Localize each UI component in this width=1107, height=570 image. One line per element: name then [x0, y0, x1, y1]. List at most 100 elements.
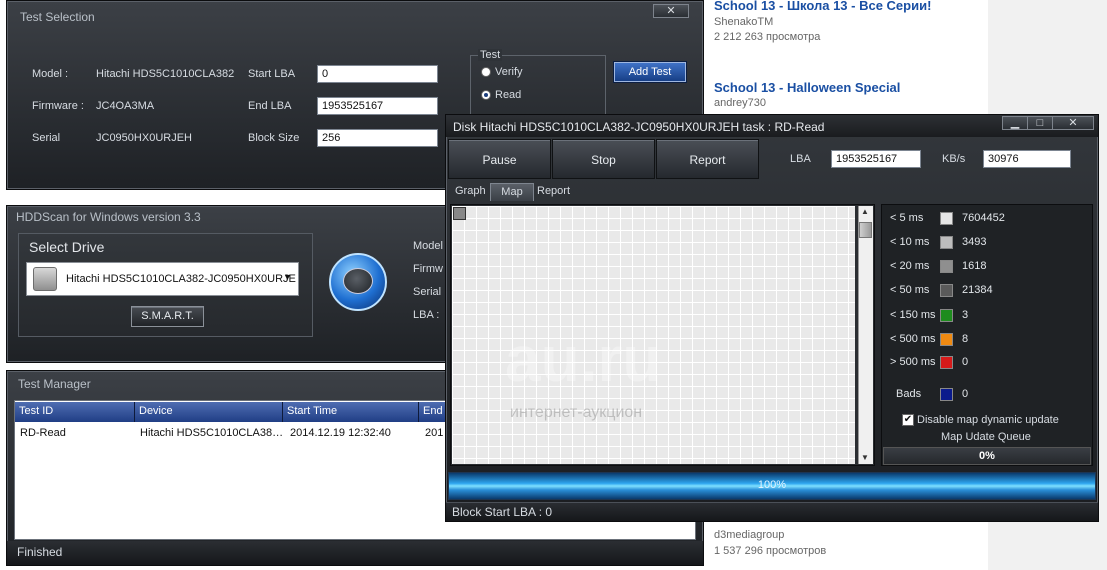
scroll-up-icon[interactable]: ▲	[861, 207, 869, 216]
legend-swatch-bads	[940, 388, 953, 401]
table-cell-start-time[interactable]: 2014.12.19 12:32:40	[290, 427, 391, 439]
info-serial-label: Serial	[413, 286, 442, 298]
test-manager-title: Test Manager	[18, 377, 91, 391]
smart-button[interactable]: S.M.A.R.T.	[131, 306, 204, 327]
end-lba-label: End LBA	[248, 100, 292, 112]
block-size-label: Block Size	[248, 132, 300, 144]
watermark-subtitle: интернет-аукцион	[510, 404, 643, 421]
chevron-down-icon[interactable]: ▼	[283, 272, 292, 282]
report-button[interactable]: Report	[656, 139, 759, 179]
legend-count-150ms: 3	[962, 309, 969, 321]
video-channel-2[interactable]: andrey730	[714, 97, 766, 109]
legend-count-10ms: 3493	[962, 236, 987, 248]
legend-count-over-500ms: 0	[962, 356, 969, 368]
close-icon[interactable]: ✕	[1052, 116, 1094, 130]
info-model-label: Model	[413, 240, 443, 252]
info-lba-label: LBA :	[413, 309, 440, 321]
status-text: Finished	[17, 545, 63, 559]
legend-count-bads: 0	[962, 388, 969, 400]
start-lba-input[interactable]: 0	[317, 65, 438, 83]
select-drive-label: Select Drive	[29, 239, 105, 255]
map-scrollbar[interactable]	[858, 206, 873, 464]
map-queue-label: Map Udate Queue	[941, 431, 1031, 443]
table-cell-device[interactable]: Hitachi HDS5C1010CLA38…	[140, 427, 283, 439]
legend-swatch-10ms	[940, 236, 953, 249]
video-title-1[interactable]: School 13 - Школа 13 - Все Серии!	[714, 0, 931, 13]
legend-count-50ms: 21384	[962, 284, 993, 296]
legend-label-5ms: < 5 ms	[890, 212, 924, 224]
column-header-device[interactable]: Device	[135, 402, 283, 422]
add-test-button[interactable]: Add Test	[614, 62, 686, 82]
read-radio[interactable]	[481, 90, 491, 100]
start-lba-label: Start LBA	[248, 68, 296, 80]
table-cell-test-id[interactable]: RD-Read	[20, 427, 66, 439]
video-channel-1[interactable]: ShenakoTM	[714, 16, 773, 28]
legend-count-20ms: 1618	[962, 260, 987, 272]
block-size-input[interactable]: 256	[317, 129, 438, 147]
lba-value: 1953525167	[831, 150, 921, 168]
tab-graph[interactable]: Graph	[451, 183, 490, 201]
info-firmware-label: Firmw	[413, 263, 443, 275]
task-progress-text: 100%	[757, 479, 787, 491]
legend-swatch-20ms	[940, 260, 953, 273]
disable-map-checkbox[interactable]: ✔	[902, 414, 914, 426]
legend-label-150ms: < 150 ms	[890, 309, 936, 321]
map-queue-progress: 0%	[883, 447, 1091, 465]
watermark-logo: au.ru	[505, 323, 662, 395]
kbs-label: KB/s	[942, 153, 966, 165]
legend-count-500ms: 8	[962, 333, 969, 345]
disable-map-label[interactable]: Disable map dynamic update	[917, 414, 1059, 426]
video-title-2[interactable]: School 13 - Halloween Special	[714, 80, 900, 95]
legend-swatch-5ms	[940, 212, 953, 225]
legend-label-500ms: < 500 ms	[890, 333, 936, 345]
legend-swatch-150ms	[940, 309, 953, 322]
verify-radio[interactable]	[481, 67, 491, 77]
lba-label: LBA	[790, 153, 811, 165]
map-scrollbar-thumb[interactable]	[859, 222, 872, 238]
model-label: Model :	[32, 68, 69, 80]
legend-label-20ms: < 20 ms	[890, 260, 930, 272]
firmware-value: JC4OA3MA	[96, 100, 155, 112]
model-value: Hitachi HDS5C1010CLA382	[96, 68, 235, 80]
legend-swatch-500ms	[940, 333, 953, 346]
status-bar	[7, 541, 703, 565]
end-lba-input[interactable]: 1953525167	[317, 97, 438, 115]
close-icon[interactable]: ✕	[653, 4, 689, 18]
pause-button[interactable]: Pause	[448, 139, 551, 179]
test-selection-title: Test Selection	[20, 10, 95, 24]
serial-value: JC0950HX0URJEH	[96, 132, 192, 144]
legend-label-over-500ms: > 500 ms	[890, 356, 936, 368]
drive-select-value: Hitachi HDS5C1010CLA382-JC0950HX0URJE	[66, 273, 296, 285]
stop-button[interactable]: Stop	[552, 139, 655, 179]
maximize-icon[interactable]: □	[1027, 116, 1053, 130]
minimize-icon[interactable]: ▁	[1002, 116, 1028, 130]
tab-report[interactable]: Report	[533, 183, 574, 201]
column-header-start-time[interactable]: Start Time	[283, 402, 419, 422]
test-group-label: Test	[478, 49, 503, 61]
video-views-1: 2 212 263 просмотра	[714, 31, 821, 43]
table-cell-end[interactable]: 201	[425, 427, 443, 439]
legend-label-bads: Bads	[896, 388, 922, 400]
disk-status-text: Block Start LBA : 0	[452, 505, 553, 519]
video-views-3: 1 537 296 просмотров	[714, 545, 827, 557]
scroll-down-icon[interactable]: ▼	[861, 453, 869, 462]
legend-count-5ms: 7604452	[962, 212, 1005, 224]
kbs-value: 30976	[983, 150, 1071, 168]
firmware-label: Firmware :	[32, 100, 84, 112]
serial-label: Serial	[32, 132, 61, 144]
hard-drive-icon	[33, 267, 57, 291]
map-block-current	[453, 207, 466, 220]
disk-window-title: Disk Hitachi HDS5C1010CLA382-JC0950HX0UR…	[453, 120, 825, 134]
verify-label[interactable]: Verify	[495, 66, 523, 78]
hddscan-title: HDDScan for Windows version 3.3	[16, 210, 201, 224]
legend-swatch-50ms	[940, 284, 953, 297]
tab-map[interactable]: Map	[490, 183, 534, 201]
read-label[interactable]: Read	[495, 89, 521, 101]
column-header-test-id[interactable]: Test ID	[15, 402, 135, 422]
legend-label-10ms: < 10 ms	[890, 236, 930, 248]
legend-label-50ms: < 50 ms	[890, 284, 930, 296]
disk-platter-icon	[343, 268, 373, 294]
legend-swatch-over-500ms	[940, 356, 953, 369]
test-type-group	[470, 55, 606, 115]
video-channel-3[interactable]: d3mediagroup	[714, 529, 784, 541]
